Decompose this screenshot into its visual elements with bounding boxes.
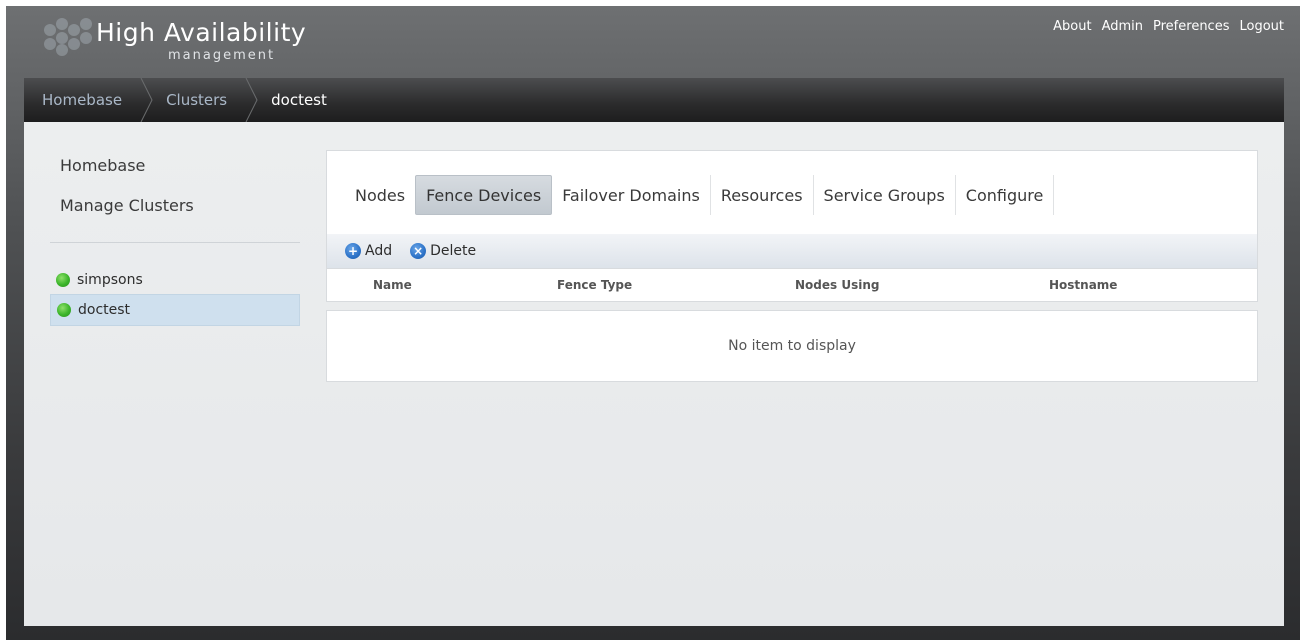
tab-nodes[interactable]: Nodes bbox=[345, 175, 415, 215]
app-title: High Availability bbox=[96, 18, 307, 47]
x-circle-icon: × bbox=[410, 243, 427, 259]
app-subtitle: management bbox=[168, 48, 276, 63]
breadcrumb-clusters[interactable]: Clusters bbox=[146, 78, 251, 122]
app-window: High Availability management About Admin… bbox=[6, 6, 1300, 640]
status-online-icon bbox=[56, 273, 70, 287]
empty-message: No item to display bbox=[728, 338, 856, 354]
grid-body: No item to display bbox=[326, 310, 1258, 382]
column-header-nodes-using[interactable]: Nodes Using bbox=[795, 278, 879, 292]
cluster-item-simpsons[interactable]: simpsons bbox=[50, 264, 300, 296]
preferences-link[interactable]: Preferences bbox=[1153, 19, 1229, 34]
column-header-name[interactable]: Name bbox=[373, 278, 412, 292]
tab-service-groups[interactable]: Service Groups bbox=[814, 175, 956, 215]
add-button[interactable]: + Add bbox=[345, 243, 392, 259]
tab-resources[interactable]: Resources bbox=[711, 175, 814, 215]
admin-link[interactable]: Admin bbox=[1102, 19, 1143, 34]
main-content: Homebase Manage Clusters simpsons doctes… bbox=[24, 122, 1284, 626]
delete-button[interactable]: × Delete bbox=[410, 243, 476, 259]
plus-circle-icon: + bbox=[345, 243, 361, 259]
tab-failover-domains[interactable]: Failover Domains bbox=[552, 175, 711, 215]
sidebar-link-manage-clusters[interactable]: Manage Clusters bbox=[60, 196, 194, 215]
breadcrumb-current: doctest bbox=[271, 91, 327, 109]
breadcrumb-homebase[interactable]: Homebase bbox=[24, 78, 146, 122]
top-navigation: About Admin Preferences Logout bbox=[1053, 19, 1284, 34]
cluster-item-doctest[interactable]: doctest bbox=[50, 294, 300, 326]
column-header-hostname[interactable]: Hostname bbox=[1049, 278, 1117, 292]
tab-configure[interactable]: Configure bbox=[956, 175, 1055, 215]
add-button-label: Add bbox=[365, 243, 393, 259]
cluster-name: simpsons bbox=[77, 272, 143, 288]
sidebar-divider bbox=[50, 242, 300, 243]
tab-fence-devices[interactable]: Fence Devices bbox=[415, 175, 553, 215]
grid-toolbar: + Add × Delete bbox=[326, 234, 1258, 268]
cluster-name: doctest bbox=[78, 302, 131, 318]
status-online-icon bbox=[57, 303, 71, 317]
breadcrumb: Homebase Clusters doctest bbox=[24, 78, 1284, 122]
grid-header: Name Fence Type Nodes Using Hostname bbox=[326, 268, 1258, 302]
column-header-fence-type[interactable]: Fence Type bbox=[557, 278, 632, 292]
tab-panel: Nodes Fence Devices Failover Domains Res… bbox=[326, 150, 1258, 236]
logout-link[interactable]: Logout bbox=[1239, 19, 1284, 34]
about-link[interactable]: About bbox=[1053, 19, 1091, 34]
delete-button-label: Delete bbox=[430, 243, 477, 259]
sidebar-link-homebase[interactable]: Homebase bbox=[60, 156, 145, 175]
tab-bar: Nodes Fence Devices Failover Domains Res… bbox=[345, 175, 1055, 215]
